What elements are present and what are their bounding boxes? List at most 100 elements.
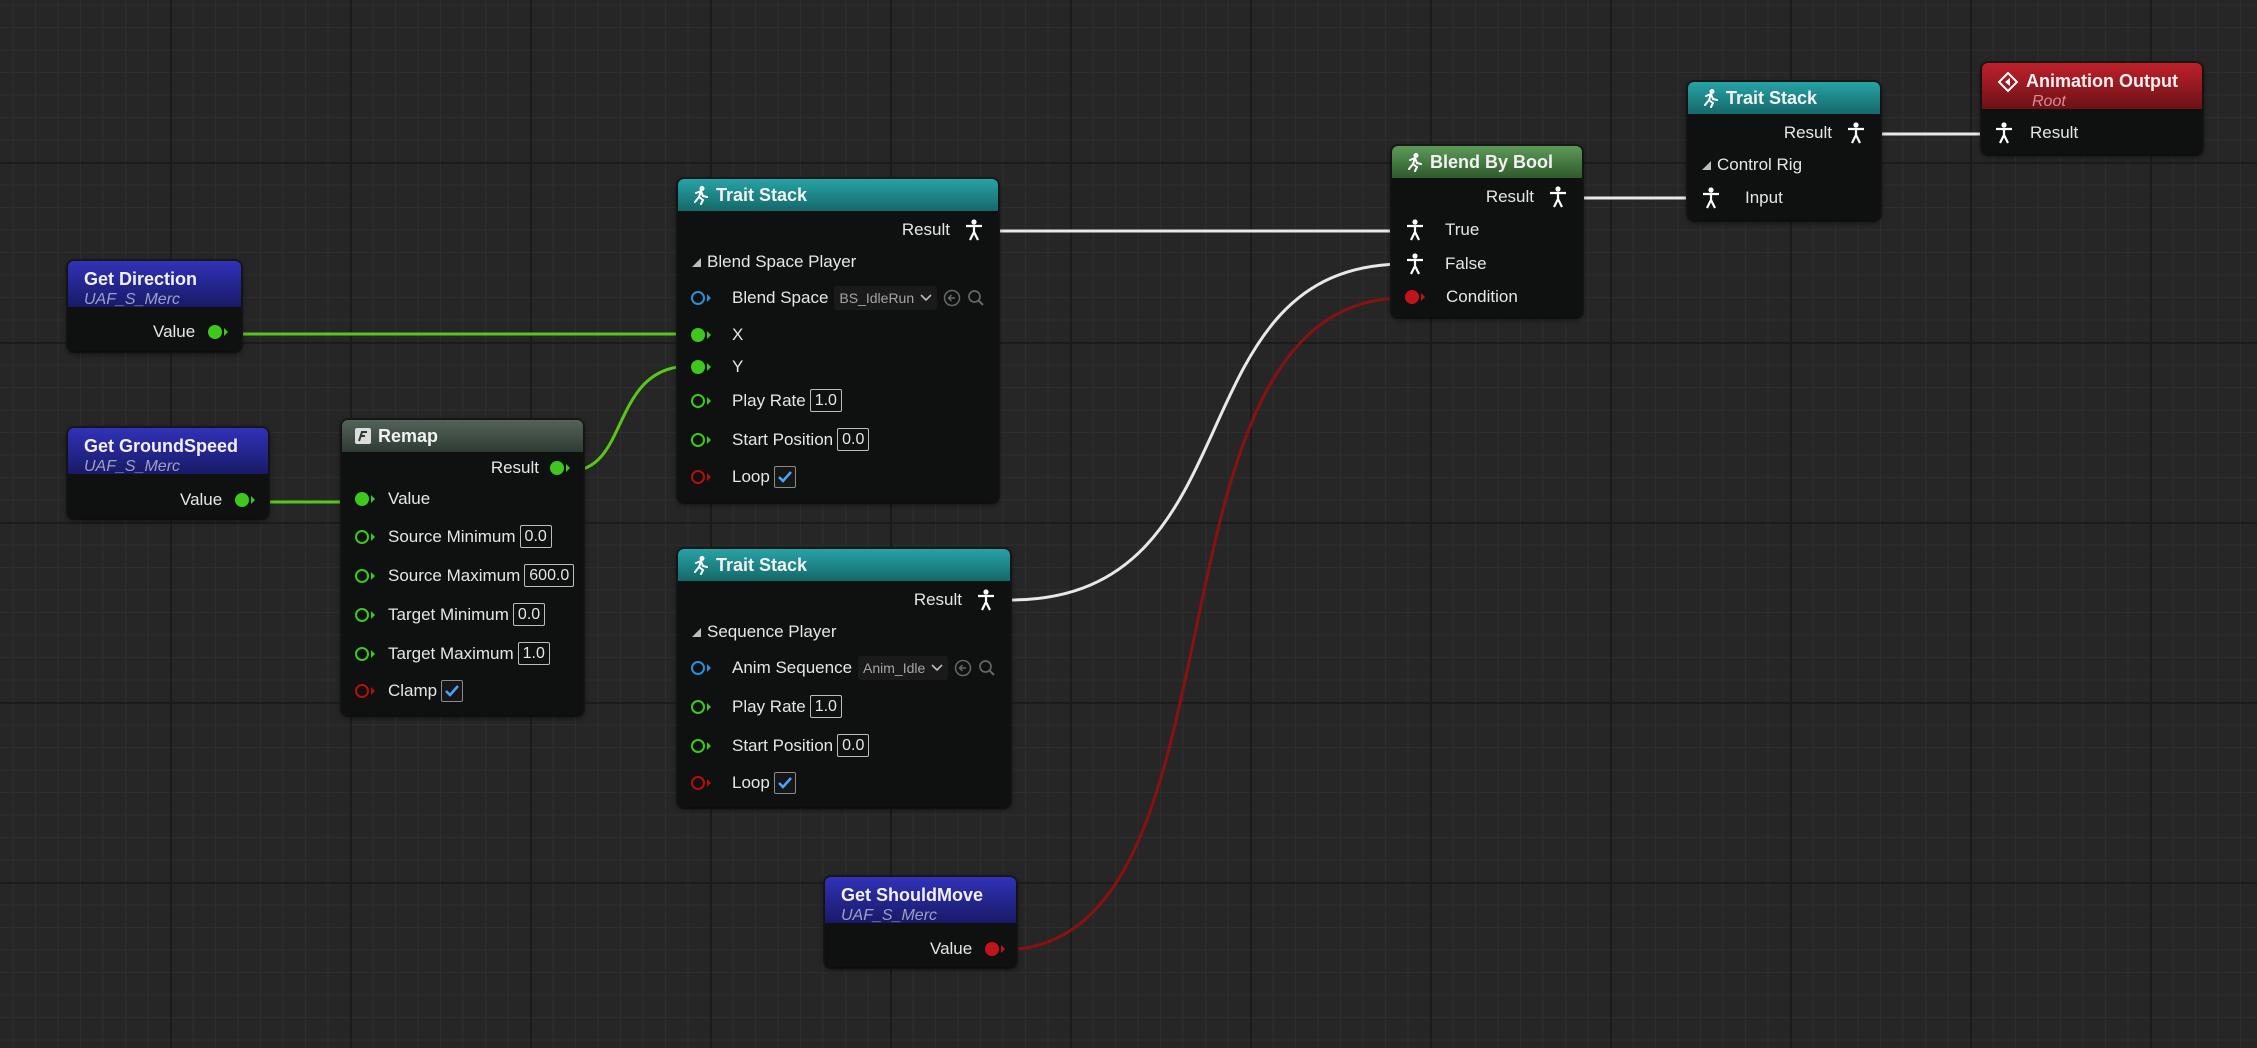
pin-label: Start Position: [732, 735, 834, 755]
pin-label: Value: [930, 939, 973, 958]
target-maximum-field[interactable]: 1.0: [517, 642, 550, 665]
blend-space-dropdown[interactable]: BS_IdleRun: [834, 286, 938, 310]
float-input-pin[interactable]: [690, 358, 712, 376]
pin-label: Condition: [1446, 287, 1518, 306]
start-position-field[interactable]: 0.0: [837, 734, 870, 757]
float-input-pin[interactable]: [690, 326, 712, 344]
object-input-pin[interactable]: [690, 659, 712, 677]
node-header: Trait Stack: [1688, 82, 1880, 114]
node-header: Get GroundSpeed UAF_S_Merc: [68, 428, 268, 475]
float-input-pin[interactable]: [690, 431, 712, 449]
input-row-source-maximum: Source Maximum 600.0: [354, 564, 575, 587]
float-input-pin[interactable]: [354, 567, 376, 585]
object-input-pin[interactable]: [690, 289, 712, 307]
node-get-groundspeed[interactable]: Get GroundSpeed UAF_S_Merc Value: [68, 428, 268, 518]
output-row-result: Result: [491, 458, 571, 478]
float-input-pin[interactable]: [690, 698, 712, 716]
input-row-y: Y: [690, 357, 743, 377]
node-header: Trait Stack: [678, 549, 1010, 581]
chevron-down-icon: [931, 664, 943, 672]
node-remap[interactable]: Remap Result Value Source Minimum 0.0 So…: [342, 420, 583, 715]
start-position-field[interactable]: 0.0: [837, 428, 870, 451]
float-input-pin[interactable]: [354, 490, 376, 508]
float-input-pin[interactable]: [354, 645, 376, 663]
pin-label: Target Maximum: [388, 643, 514, 663]
node-header: Remap: [342, 420, 583, 452]
dropdown-value: Anim_Idle: [863, 660, 926, 676]
pin-label: Loop: [732, 773, 770, 792]
loop-checkbox[interactable]: [773, 466, 796, 488]
node-header: Get Direction UAF_S_Merc: [68, 261, 241, 308]
node-title: Get ShouldMove: [841, 885, 984, 905]
arrow-left-circle-icon[interactable]: [943, 289, 961, 307]
magnifier-icon[interactable]: [967, 289, 985, 307]
node-title: Get Direction: [84, 269, 198, 289]
running-person-icon: [690, 555, 710, 575]
arrow-left-circle-icon[interactable]: [954, 659, 972, 677]
node-trait-stack-sequence[interactable]: Trait Stack Result Sequence Player Anim …: [678, 549, 1010, 807]
node-trait-stack-control-rig[interactable]: Trait Stack Result Control Rig Input: [1688, 82, 1880, 220]
float-output-pin[interactable]: [549, 459, 571, 477]
float-input-pin[interactable]: [354, 606, 376, 624]
section-header[interactable]: Blend Space Player: [692, 252, 856, 272]
person-pose-icon[interactable]: [1548, 186, 1568, 208]
float-input-pin[interactable]: [690, 737, 712, 755]
float-output-pin[interactable]: [207, 323, 229, 341]
output-row-value: Value: [930, 939, 1006, 959]
input-row-blend-space: Blend Space BS_IdleRun: [690, 286, 985, 310]
pin-label: Start Position: [732, 429, 834, 449]
output-row-value: Value: [153, 322, 229, 342]
clamp-checkbox[interactable]: [441, 680, 464, 702]
play-rate-field[interactable]: 1.0: [809, 695, 842, 718]
source-maximum-field[interactable]: 600.0: [524, 564, 575, 587]
node-subtitle: UAF_S_Merc: [841, 907, 938, 924]
wire-remap-to-y: [569, 364, 691, 473]
node-animation-output[interactable]: Animation Output Root Result: [1982, 63, 2202, 154]
section-header[interactable]: Control Rig: [1702, 155, 1802, 175]
node-subtitle: Root: [2032, 93, 2066, 110]
person-pose-icon[interactable]: [1405, 219, 1425, 241]
input-row-true: True: [1405, 219, 1479, 241]
bool-input-pin[interactable]: [1404, 288, 1426, 306]
section-label: Blend Space Player: [707, 252, 857, 271]
source-minimum-field[interactable]: 0.0: [519, 525, 552, 548]
float-input-pin[interactable]: [690, 392, 712, 410]
float-input-pin[interactable]: [354, 528, 376, 546]
section-header[interactable]: Sequence Player: [692, 622, 836, 642]
target-minimum-field[interactable]: 0.0: [512, 603, 546, 626]
person-pose-icon[interactable]: [976, 589, 996, 611]
magnifier-icon[interactable]: [978, 659, 996, 677]
pin-label: Play Rate: [732, 390, 806, 410]
input-row-result: Result: [1994, 122, 2078, 144]
node-get-direction[interactable]: Get Direction UAF_S_Merc Value: [68, 261, 241, 351]
person-pose-icon[interactable]: [1994, 122, 2014, 144]
node-trait-stack-blend-space[interactable]: Trait Stack Result Blend Space Player Bl…: [678, 179, 998, 502]
person-pose-icon[interactable]: [1701, 187, 1721, 209]
play-rate-field[interactable]: 1.0: [809, 389, 842, 412]
bool-output-pin[interactable]: [984, 940, 1006, 958]
node-get-shouldmove[interactable]: Get ShouldMove UAF_S_Merc Value: [825, 877, 1016, 967]
pin-label: Clamp: [388, 681, 438, 700]
loop-checkbox[interactable]: [773, 772, 796, 794]
output-row-result: Result: [902, 219, 984, 241]
connection-wires: [224, 132, 1983, 952]
float-output-pin[interactable]: [234, 491, 256, 509]
node-title: Trait Stack: [716, 184, 808, 205]
bool-input-pin[interactable]: [690, 468, 712, 486]
node-blend-by-bool[interactable]: Blend By Bool Result True False Conditio…: [1392, 146, 1582, 317]
pin-label: Result: [913, 590, 962, 609]
person-pose-icon[interactable]: [964, 219, 984, 241]
person-pose-icon[interactable]: [1405, 253, 1425, 275]
output-row-result: Result: [1784, 122, 1866, 144]
section-label: Control Rig: [1717, 155, 1803, 174]
person-pose-icon[interactable]: [1846, 122, 1866, 144]
anim-sequence-dropdown[interactable]: Anim_Idle: [858, 656, 949, 680]
input-row-start-position: Start Position 0.0: [690, 734, 870, 757]
running-person-icon: [1700, 88, 1720, 108]
output-row-result: Result: [1486, 186, 1568, 208]
pin-label: Play Rate: [732, 696, 806, 716]
pin-label: Blend Space: [732, 288, 829, 307]
pin-label: Source Maximum: [388, 565, 521, 585]
bool-input-pin[interactable]: [690, 774, 712, 792]
bool-input-pin[interactable]: [354, 682, 376, 700]
